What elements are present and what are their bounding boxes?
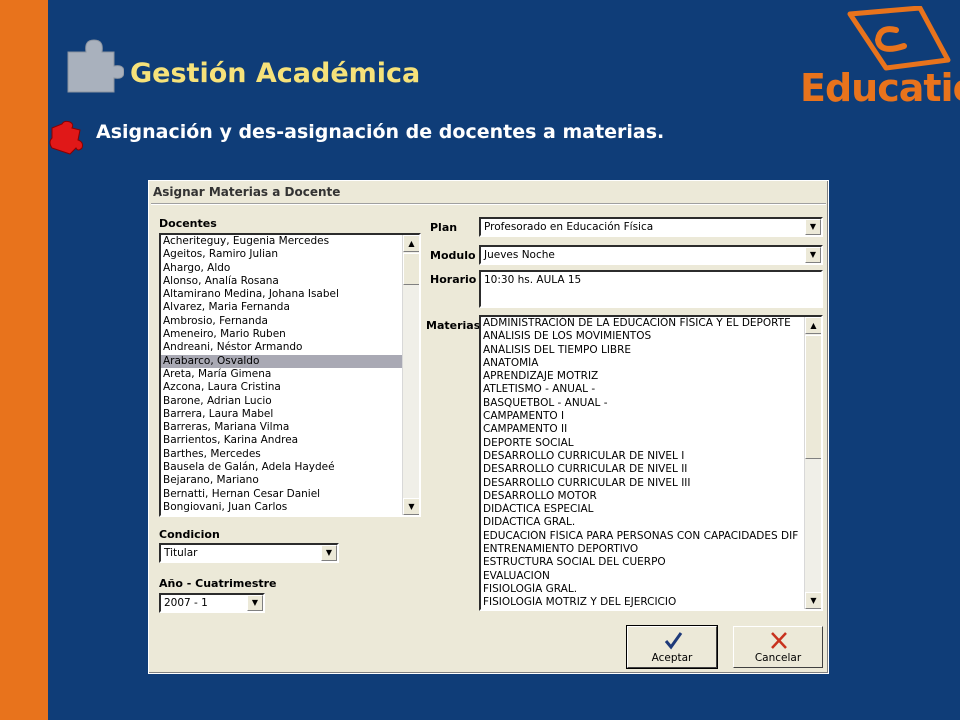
list-item[interactable]: ANÁLISIS DEL TIEMPO LIBRE bbox=[481, 344, 804, 357]
cancel-button-label: Cancelar bbox=[754, 652, 802, 664]
assign-subjects-dialog: Asignar Materias a Docente Docentes Ache… bbox=[148, 180, 829, 674]
list-item[interactable]: CAMPAMENTO II bbox=[481, 423, 804, 436]
chevron-down-icon[interactable]: ▼ bbox=[321, 545, 337, 561]
materias-label: Materias bbox=[426, 319, 481, 332]
list-item[interactable]: Altamirano Medina, Johana Isabel bbox=[161, 288, 402, 301]
plan-value: Profesorado en Educación Física bbox=[484, 221, 654, 233]
list-item[interactable]: Ambrosio, Fernanda bbox=[161, 315, 402, 328]
x-icon bbox=[771, 632, 787, 649]
list-item[interactable]: Bernatti, Hernan Cesar Daniel bbox=[161, 488, 402, 501]
plan-label: Plan bbox=[430, 221, 458, 234]
list-item[interactable]: ESTRUCTURA SOCIAL DEL CUERPO bbox=[481, 556, 804, 569]
checkmark-icon bbox=[664, 632, 683, 650]
docentes-scrollbar[interactable]: ▲ ▼ bbox=[402, 235, 419, 515]
horario-label: Horario bbox=[430, 273, 477, 286]
list-item[interactable]: DEPORTE SOCIAL bbox=[481, 437, 804, 450]
red-puzzle-piece-icon bbox=[49, 120, 83, 155]
list-item[interactable]: Acheriteguy, Eugenia Mercedes bbox=[161, 235, 402, 248]
list-item[interactable]: Barone, Adrian Lucio bbox=[161, 395, 402, 408]
docentes-listbox[interactable]: Acheriteguy, Eugenia Mercedes Ageitos, Ra… bbox=[159, 233, 421, 517]
list-item[interactable]: Ageitos, Ramiro Julian bbox=[161, 248, 402, 261]
scroll-down-button[interactable]: ▼ bbox=[805, 592, 821, 609]
list-item[interactable]: EDUCACIÓN FÍSICA PARA PERSONAS CON CAPAC… bbox=[481, 530, 804, 543]
list-item[interactable]: BASQUETBOL - ANUAL - bbox=[481, 397, 804, 410]
chevron-down-icon[interactable]: ▼ bbox=[805, 247, 821, 263]
list-item[interactable]: Ahargo, Aldo bbox=[161, 262, 402, 275]
list-item[interactable]: ADMINISTRACIÓN DE LA EDUCACIÓN FÍSICA Y … bbox=[481, 317, 804, 330]
list-item[interactable]: DIDÁCTICA GRAL. bbox=[481, 516, 804, 529]
list-item[interactable]: DESARROLLO MOTOR bbox=[481, 490, 804, 503]
list-item[interactable]: APRENDIZAJE MOTRIZ bbox=[481, 370, 804, 383]
accept-button-label: Aceptar bbox=[651, 652, 693, 664]
list-item[interactable]: Azcona, Laura Cristina bbox=[161, 381, 402, 394]
docentes-label: Docentes bbox=[159, 217, 217, 230]
list-item[interactable]: Alonso, Analía Rosana bbox=[161, 275, 402, 288]
scroll-up-button[interactable]: ▲ bbox=[403, 235, 419, 252]
anio-cuatrimestre-value: 2007 - 1 bbox=[164, 597, 208, 609]
horario-textarea[interactable]: 10:30 hs. AULA 15 bbox=[479, 270, 823, 308]
list-item[interactable]: Bausela de Galán, Adela Haydeé bbox=[161, 461, 402, 474]
side-accent-bar bbox=[0, 0, 48, 720]
list-item[interactable]: DESARROLLO CURRICULAR DE NIVEL I bbox=[481, 450, 804, 463]
materias-list-items: ADMINISTRACIÓN DE LA EDUCACIÓN FÍSICA Y … bbox=[481, 317, 804, 609]
list-item[interactable]: Arabarco, Osvaldo bbox=[161, 354, 402, 368]
modulo-value: Jueves Noche bbox=[484, 249, 555, 261]
page-subtitle: Asignación y des-asignación de docentes … bbox=[96, 121, 665, 143]
logo-wordmark: Educatio® bbox=[800, 66, 960, 110]
plan-select[interactable]: Profesorado en Educación Física ▼ bbox=[479, 217, 823, 237]
scroll-up-button[interactable]: ▲ bbox=[805, 317, 821, 334]
list-item[interactable]: ANATOMÍA bbox=[481, 357, 804, 370]
condicion-value: Titular bbox=[164, 547, 198, 559]
materias-scrollbar[interactable]: ▲ ▼ bbox=[804, 317, 821, 609]
dialog-title: Asignar Materias a Docente bbox=[153, 185, 341, 199]
anio-cuatrimestre-label: Año - Cuatrimestre bbox=[159, 577, 277, 590]
accept-button[interactable]: Aceptar bbox=[626, 625, 718, 669]
list-item[interactable]: Barreras, Mariana Vilma bbox=[161, 421, 402, 434]
modulo-label: Modulo bbox=[430, 249, 476, 262]
docentes-list-items: Acheriteguy, Eugenia Mercedes Ageitos, Ra… bbox=[161, 235, 402, 515]
list-item[interactable]: FISIOLOGÍA GRAL. bbox=[481, 583, 804, 596]
list-item[interactable]: Bejarano, Mariano bbox=[161, 474, 402, 487]
modulo-select[interactable]: Jueves Noche ▼ bbox=[479, 245, 823, 265]
list-item[interactable]: DESARROLLO CURRICULAR DE NIVEL II bbox=[481, 463, 804, 476]
list-item[interactable]: Bongiovani, Juan Carlos bbox=[161, 501, 402, 514]
list-item[interactable]: Barrientos, Karina Andrea bbox=[161, 434, 402, 447]
list-item[interactable]: EVALUACIÓN bbox=[481, 570, 804, 583]
list-item[interactable]: FISIOLOGÍA MOTRIZ Y DEL EJERCICIO bbox=[481, 596, 804, 609]
scroll-thumb[interactable] bbox=[403, 253, 419, 285]
chevron-down-icon[interactable]: ▼ bbox=[247, 595, 263, 611]
list-item[interactable]: Barrera, Laura Mabel bbox=[161, 408, 402, 421]
list-item[interactable]: ATLETISMO - ANUAL - bbox=[481, 383, 804, 396]
list-item[interactable]: DESARROLLO CURRICULAR DE NIVEL III bbox=[481, 477, 804, 490]
list-item[interactable]: Andreani, Néstor Armando bbox=[161, 341, 402, 354]
title-separator bbox=[151, 203, 826, 205]
anio-cuatrimestre-select[interactable]: 2007 - 1 ▼ bbox=[159, 593, 265, 613]
list-item[interactable]: Ameneiro, Mario Ruben bbox=[161, 328, 402, 341]
list-item[interactable]: Alvarez, Maria Fernanda bbox=[161, 301, 402, 314]
chevron-down-icon[interactable]: ▼ bbox=[805, 219, 821, 235]
cancel-button[interactable]: Cancelar bbox=[733, 626, 823, 668]
condicion-select[interactable]: Titular ▼ bbox=[159, 543, 339, 563]
list-item[interactable]: Barthes, Mercedes bbox=[161, 448, 402, 461]
list-item[interactable]: ANÁLISIS DE LOS MOVIMIENTOS bbox=[481, 330, 804, 343]
list-item[interactable]: DIDÁCTICA ESPECIAL bbox=[481, 503, 804, 516]
list-item[interactable]: Areta, María Gimena bbox=[161, 368, 402, 381]
puzzle-piece-icon bbox=[67, 39, 124, 93]
page-title: Gestión Académica bbox=[130, 58, 421, 89]
list-item[interactable]: ENTRENAMIENTO DEPORTIVO bbox=[481, 543, 804, 556]
condicion-label: Condicion bbox=[159, 528, 220, 541]
list-item[interactable]: CAMPAMENTO I bbox=[481, 410, 804, 423]
materias-listbox[interactable]: ADMINISTRACIÓN DE LA EDUCACIÓN FÍSICA Y … bbox=[479, 315, 823, 611]
scroll-down-button[interactable]: ▼ bbox=[403, 498, 419, 515]
scroll-thumb[interactable] bbox=[805, 335, 821, 459]
